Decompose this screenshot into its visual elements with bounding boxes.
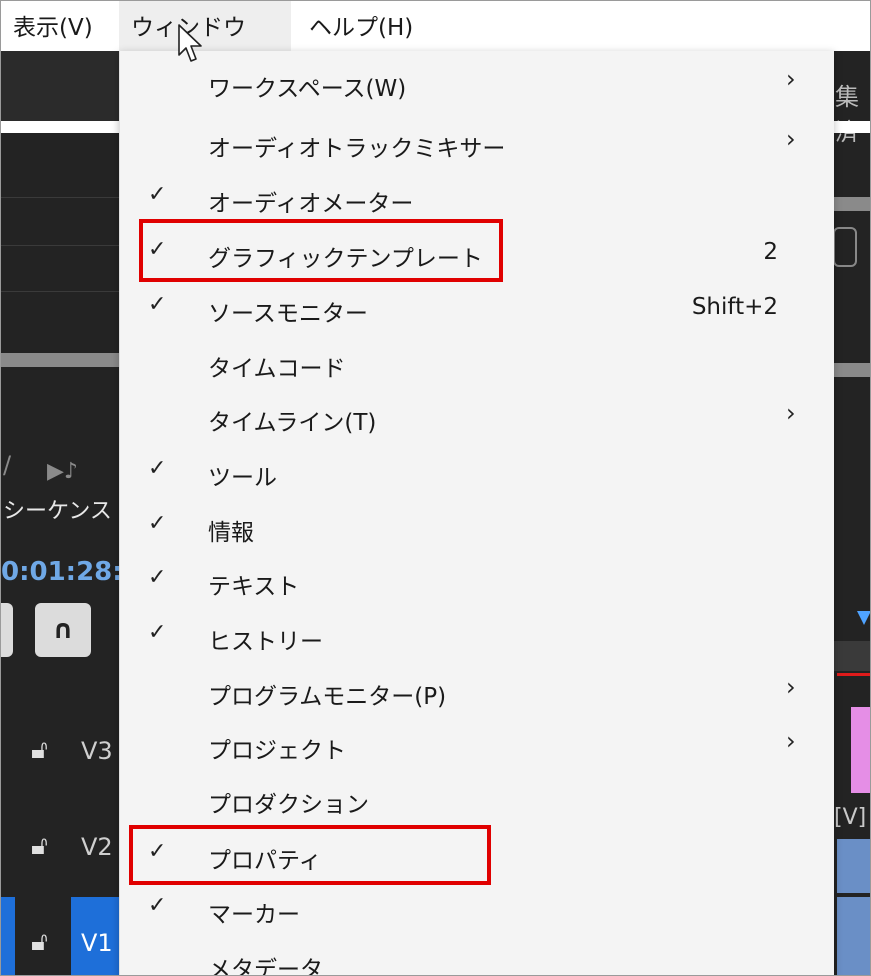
highlight-properties (129, 825, 491, 885)
menu-item[interactable]: ✓ オーディオメーター (120, 172, 834, 226)
checkmark-icon: ✓ (148, 182, 167, 207)
track-v2: 🔓︎ V2 (1, 797, 119, 897)
menu-item[interactable]: ✓ テキスト (120, 555, 834, 609)
menu-item-label: ヒストリー (208, 629, 323, 655)
submenu-arrow-icon: › (786, 65, 796, 93)
scroll-bar[interactable] (833, 363, 870, 377)
zoom-control[interactable] (833, 227, 857, 267)
track-v3: 🔓︎ V3 (1, 701, 119, 801)
menu-item-label: プロダクション (208, 792, 369, 818)
magnet-icon: ∩ (52, 615, 74, 645)
submenu-arrow-icon: › (786, 399, 796, 427)
playhead-line (837, 673, 870, 676)
menu-item-label: タイムライン(T) (208, 410, 377, 436)
menu-item[interactable]: タイムコード (120, 337, 834, 391)
scroll-bar[interactable] (833, 197, 870, 211)
divider (1, 291, 119, 292)
track-label: V1 (81, 929, 113, 957)
lock-icon[interactable]: 🔓︎ (31, 831, 48, 862)
menu-item[interactable]: ワークスペース(W) › (120, 57, 834, 111)
submenu-arrow-icon: › (786, 673, 796, 701)
menu-item[interactable]: ✓ 情報 (120, 501, 834, 555)
playhead-marker[interactable] (857, 611, 870, 625)
menu-item[interactable]: タイムライン(T) › (120, 391, 834, 445)
menu-item-label: オーディオメーター (208, 191, 414, 217)
menu-item[interactable]: プロジェクト › (120, 719, 834, 773)
menu-bar: 表示(V) ウィンドウ(W) ヘルプ(H) (1, 1, 870, 95)
divider (1, 197, 119, 198)
timeline-panel-edge (833, 51, 870, 975)
sequence-label: シーケンス (3, 499, 112, 524)
checkmark-icon: ✓ (148, 511, 167, 536)
clip-blue[interactable] (837, 839, 870, 893)
checkmark-icon: ✓ (148, 565, 167, 590)
menu-item-shortcut: 2 (763, 239, 778, 265)
mouse-cursor-icon (178, 24, 202, 62)
menu-item-label: メタデータ (208, 957, 323, 976)
menu-item[interactable]: ✓ ツール (120, 446, 834, 500)
checkmark-icon: ✓ (148, 620, 167, 645)
lock-icon[interactable]: 🔓︎ (31, 927, 48, 958)
menu-item-label: ワークスペース(W) (208, 76, 407, 102)
menu-item-label: テキスト (208, 574, 300, 600)
play-audio-icon[interactable]: ▶♪ (47, 459, 78, 484)
step-back-icon[interactable]: / (3, 451, 11, 479)
menu-item[interactable]: プログラムモニター(P) › (120, 665, 834, 719)
checkmark-icon: ✓ (148, 292, 167, 317)
scroll-bar[interactable] (1, 353, 119, 367)
snap-button[interactable] (1, 603, 13, 657)
menu-item-label: ソースモニター (208, 301, 368, 327)
menu-item-label: オーディオトラックミキサー (208, 136, 506, 162)
menu-item-label: プロジェクト (208, 738, 346, 764)
track-bracket-label: [V] (834, 805, 867, 830)
menu-item-label: ツール (208, 465, 277, 491)
menu-item[interactable]: ✓ ヒストリー (120, 610, 834, 664)
menu-item-label: プログラムモニター(P) (208, 684, 447, 710)
menu-help[interactable]: ヘルプ(H) (297, 1, 437, 51)
menu-item-shortcut: Shift+2 (691, 294, 778, 320)
clip-pink[interactable] (851, 707, 870, 793)
divider (1, 245, 119, 246)
menu-item[interactable]: メタデータ (120, 938, 834, 976)
track-label: V2 (81, 833, 113, 861)
app-window: / ▶♪ シーケンス 0:01:28:0 ∩ 🔓︎ V3 🔓︎ V2 🔓︎ V1… (0, 0, 871, 976)
menu-item[interactable]: オーディオトラックミキサー › (120, 117, 834, 171)
magnet-button[interactable]: ∩ (35, 603, 91, 657)
submenu-arrow-icon: › (786, 125, 796, 153)
menu-item[interactable]: プロダクション (120, 773, 834, 827)
submenu-arrow-icon: › (786, 727, 796, 755)
panel-header (1, 51, 121, 121)
highlight-graphic-templates (139, 219, 503, 282)
menu-item-label: マーカー (208, 902, 300, 928)
panel-tab-label[interactable]: 集済 (835, 77, 870, 147)
track-v1: 🔓︎ V1 (1, 897, 119, 975)
time-ruler[interactable] (833, 641, 870, 671)
menu-item[interactable]: ✓ ソースモニター Shift+2 (120, 282, 834, 336)
clip-blue[interactable] (837, 897, 870, 975)
checkmark-icon: ✓ (148, 456, 167, 481)
lock-icon[interactable]: 🔓︎ (31, 735, 48, 766)
menu-item-label: タイムコード (208, 356, 346, 382)
menu-view[interactable]: 表示(V) (1, 1, 119, 51)
track-label: V3 (81, 737, 113, 765)
menu-item[interactable]: ✓ マーカー (120, 883, 834, 937)
checkmark-icon: ✓ (148, 893, 167, 918)
menu-item-label: 情報 (208, 520, 254, 546)
